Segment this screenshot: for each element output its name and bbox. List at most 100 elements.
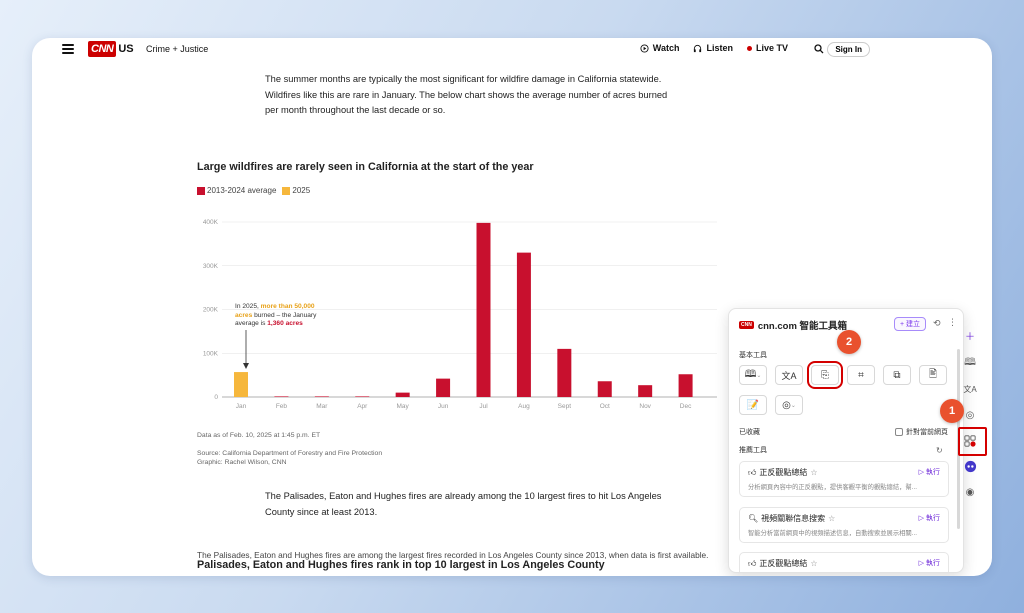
book-icon: 🕮 <box>744 368 757 380</box>
x-tick-label: Oct <box>600 403 610 410</box>
run-label: 執行 <box>926 560 940 567</box>
annotation-highlight-average: 1,360 acres <box>267 320 303 327</box>
run-label: 執行 <box>926 515 940 522</box>
tool-card[interactable]: 🔍︎ 視頻關聯信息搜索 ☆ ▷ 執行 智能分析當前網頁中的視頻描述信息，自動搜索並展… <box>739 507 949 543</box>
thumbs-up-icon: 👍︎ <box>748 467 757 477</box>
run-button[interactable]: ▷ 執行 <box>919 467 940 477</box>
x-tick-label: Apr <box>357 403 368 410</box>
assistant-face-icon[interactable] <box>963 459 977 473</box>
listen-label: Listen <box>706 43 733 53</box>
note-button[interactable]: 📝 <box>739 395 767 415</box>
run-button[interactable]: ▷ 執行 <box>919 558 940 568</box>
intro-paragraph: The summer months are typically the most… <box>265 74 668 115</box>
annotation-text-2: burned – the January <box>252 311 317 319</box>
save-page-button[interactable]: 🖹 <box>919 365 947 385</box>
second-paragraph: The Palisades, Eaton and Hughes fires ar… <box>265 491 662 517</box>
translate-button[interactable]: 文A <box>775 365 803 385</box>
watch-link[interactable]: Watch <box>640 43 680 53</box>
chart-data-note: Data as of Feb. 10, 2025 at 1:45 p.m. ET <box>197 432 321 439</box>
add-icon[interactable]: ＋ <box>963 328 977 343</box>
top-nav: CNN US Crime + Justice Watch Listen Live… <box>32 38 992 62</box>
bar <box>557 348 572 397</box>
book-icon[interactable]: 🕮 <box>963 356 977 370</box>
bar <box>355 396 370 397</box>
bar <box>395 392 410 397</box>
legend-swatch-2025 <box>282 186 291 195</box>
x-tick-label: Jul <box>479 403 488 410</box>
logo-text: CNN <box>88 41 117 57</box>
thumbs-up-icon: 👍︎ <box>748 558 757 568</box>
bar <box>516 252 531 397</box>
legend-item-average: 2013-2024 average <box>197 186 276 195</box>
podcast-icon[interactable]: ◎ <box>963 408 977 422</box>
bar <box>234 372 248 397</box>
tool-card-title: 視頻關聯信息搜索 <box>761 514 826 523</box>
tool-card-title: 正反觀點總結 <box>759 559 808 568</box>
y-tick-label: 300K <box>203 263 219 270</box>
create-button[interactable]: + 建立 <box>894 317 927 331</box>
page-save-icon: 🖹 <box>928 368 938 380</box>
translate-icon[interactable]: 文A <box>963 382 977 396</box>
screenshot-crop-button[interactable]: ⎘ <box>807 361 843 389</box>
recommended-tools-label: 推薦工具 <box>739 447 767 454</box>
sidebar-highlight-box <box>958 427 987 456</box>
checkbox-icon <box>895 428 903 436</box>
note-add-icon: 📝 <box>746 399 760 411</box>
search-icon: 🔍︎ <box>748 514 759 523</box>
annotation-text-1: In 2025, <box>235 303 261 310</box>
sign-in-button[interactable]: Sign In <box>827 42 870 57</box>
star-icon[interactable]: ☆ <box>828 514 835 523</box>
podcast-button[interactable]: ◎ ⌄ <box>775 395 803 415</box>
listen-link[interactable]: Listen <box>693 43 733 53</box>
basic-tools-label: 基本工具 <box>739 352 767 359</box>
x-tick-label: Jan <box>236 403 247 410</box>
bar <box>314 396 329 397</box>
site-favicon-icon: CNN <box>739 321 754 329</box>
legend-swatch-average <box>197 186 205 195</box>
y-tick-label: 0 <box>214 394 218 401</box>
translate-icon: 文A <box>781 370 797 381</box>
crop-icon: ⌗ <box>858 369 864 381</box>
third-paragraph: The Palisades, Eaton and Hughes fires ar… <box>197 550 709 560</box>
crop-button[interactable]: ⌗ <box>847 365 875 385</box>
step-badge-1: 1 <box>940 399 964 423</box>
chart-annotation: In 2025, more than 50,000 acres burned –… <box>235 303 335 329</box>
annotation-text-3: average is <box>235 320 268 327</box>
reader-book-button[interactable]: 🕮 ⌄ <box>739 365 767 385</box>
settings-target-icon[interactable]: ◉ <box>963 485 977 499</box>
search-icon[interactable] <box>814 44 824 54</box>
section-title[interactable]: Crime + Justice <box>146 44 208 54</box>
chart-title: Large wildfires are rarely seen in Calif… <box>197 161 534 173</box>
hamburger-menu-icon[interactable] <box>62 44 74 54</box>
history-icon[interactable]: ⟲ <box>933 318 941 329</box>
bar <box>274 396 289 397</box>
tool-card-title: 正反觀點總結 <box>759 468 808 477</box>
current-page-label: 針對當前網頁 <box>906 429 948 436</box>
x-tick-label: Jun <box>438 403 449 410</box>
y-tick-label: 100K <box>203 350 219 357</box>
current-page-checkbox[interactable]: 針對當前網頁 <box>895 427 948 437</box>
run-button[interactable]: ▷ 執行 <box>919 513 940 523</box>
x-tick-label: Dec <box>680 403 692 410</box>
bar <box>597 381 612 397</box>
browser-window: CNN US Crime + Justice Watch Listen Live… <box>32 38 992 576</box>
live-tv-link[interactable]: Live TV <box>746 43 788 53</box>
tool-card[interactable]: 👍︎ 正反觀點總結 ☆ ▷ 執行 分析網頁內容中的正反觀點，提供客觀平衡的觀點總結，… <box>739 461 949 497</box>
x-tick-label: May <box>397 403 410 410</box>
cnn-logo[interactable]: CNN US <box>88 41 134 57</box>
crop-select-icon: ⎘ <box>821 369 829 381</box>
star-icon[interactable]: ☆ <box>810 468 817 477</box>
watch-label: Watch <box>652 43 680 53</box>
tool-card-desc: 分析網頁內容中的正反觀點，提供客觀平衡的觀點總結，幫... <box>748 484 917 491</box>
legend-label-average: 2013-2024 average <box>207 186 277 195</box>
tool-card[interactable]: 👍︎ 正反觀點總結 ☆ ▷ 執行 <box>739 552 949 572</box>
legend-label-2025: 2025 <box>292 186 311 195</box>
scan-icon: ⧉ <box>893 369 901 381</box>
refresh-icon[interactable]: ↻ <box>936 446 943 455</box>
more-options-icon[interactable]: ⋮ <box>948 317 957 328</box>
scan-button[interactable]: ⧉ <box>883 365 911 385</box>
tool-card-desc: 智能分析當前網頁中的視頻描述信息，自動搜索並展示相關... <box>748 530 917 537</box>
annotation-highlight-acres: more than 50,000 <box>260 303 315 310</box>
star-icon[interactable]: ☆ <box>810 559 817 568</box>
x-tick-label: Nov <box>639 403 651 410</box>
